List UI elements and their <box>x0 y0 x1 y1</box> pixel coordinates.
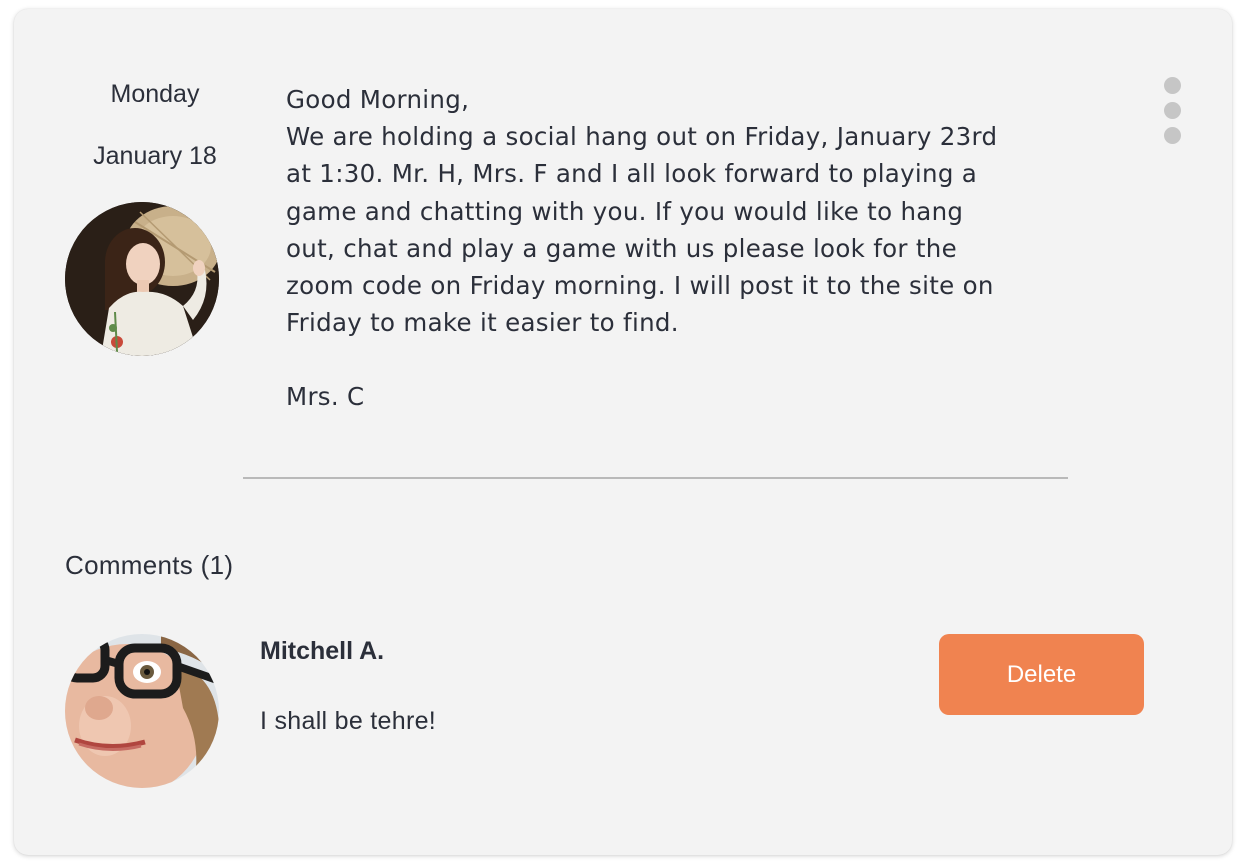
author-avatar <box>65 202 219 356</box>
menu-dot <box>1164 127 1181 144</box>
divider <box>243 477 1068 479</box>
menu-dot <box>1164 102 1181 119</box>
comment-author: Mitchell A. <box>260 637 385 665</box>
post-line: We are holding a social hang out on Frid… <box>286 122 998 152</box>
post-greeting: Good Morning, <box>286 85 470 114</box>
post-line: out, chat and play a game with us please… <box>286 233 957 263</box>
post-body: Good Morning, We are holding a social ha… <box>286 81 1121 416</box>
post-signature: Mrs. C <box>286 382 365 412</box>
more-vertical-icon[interactable] <box>1158 73 1188 149</box>
menu-dot <box>1164 77 1181 94</box>
commenter-avatar <box>65 634 219 788</box>
delete-comment-button[interactable]: Delete <box>939 634 1144 715</box>
post-line: Friday to make it easier to find. <box>286 308 679 338</box>
comments-heading: Comments (1) <box>65 550 234 580</box>
comment-text: I shall be tehre! <box>260 707 437 735</box>
post-spacer <box>286 341 1121 378</box>
post-line: game and chatting with you. If you would… <box>286 196 964 226</box>
post-line: zoom code on Friday morning. I will post… <box>286 271 994 301</box>
post-card: Monday January 18 Good Morning, We are h… <box>14 9 1232 855</box>
post-day: Monday <box>110 80 200 108</box>
post-line: at 1:30. Mr. H, Mrs. F and I all look fo… <box>286 159 978 189</box>
post-date: January 18 <box>93 142 217 170</box>
